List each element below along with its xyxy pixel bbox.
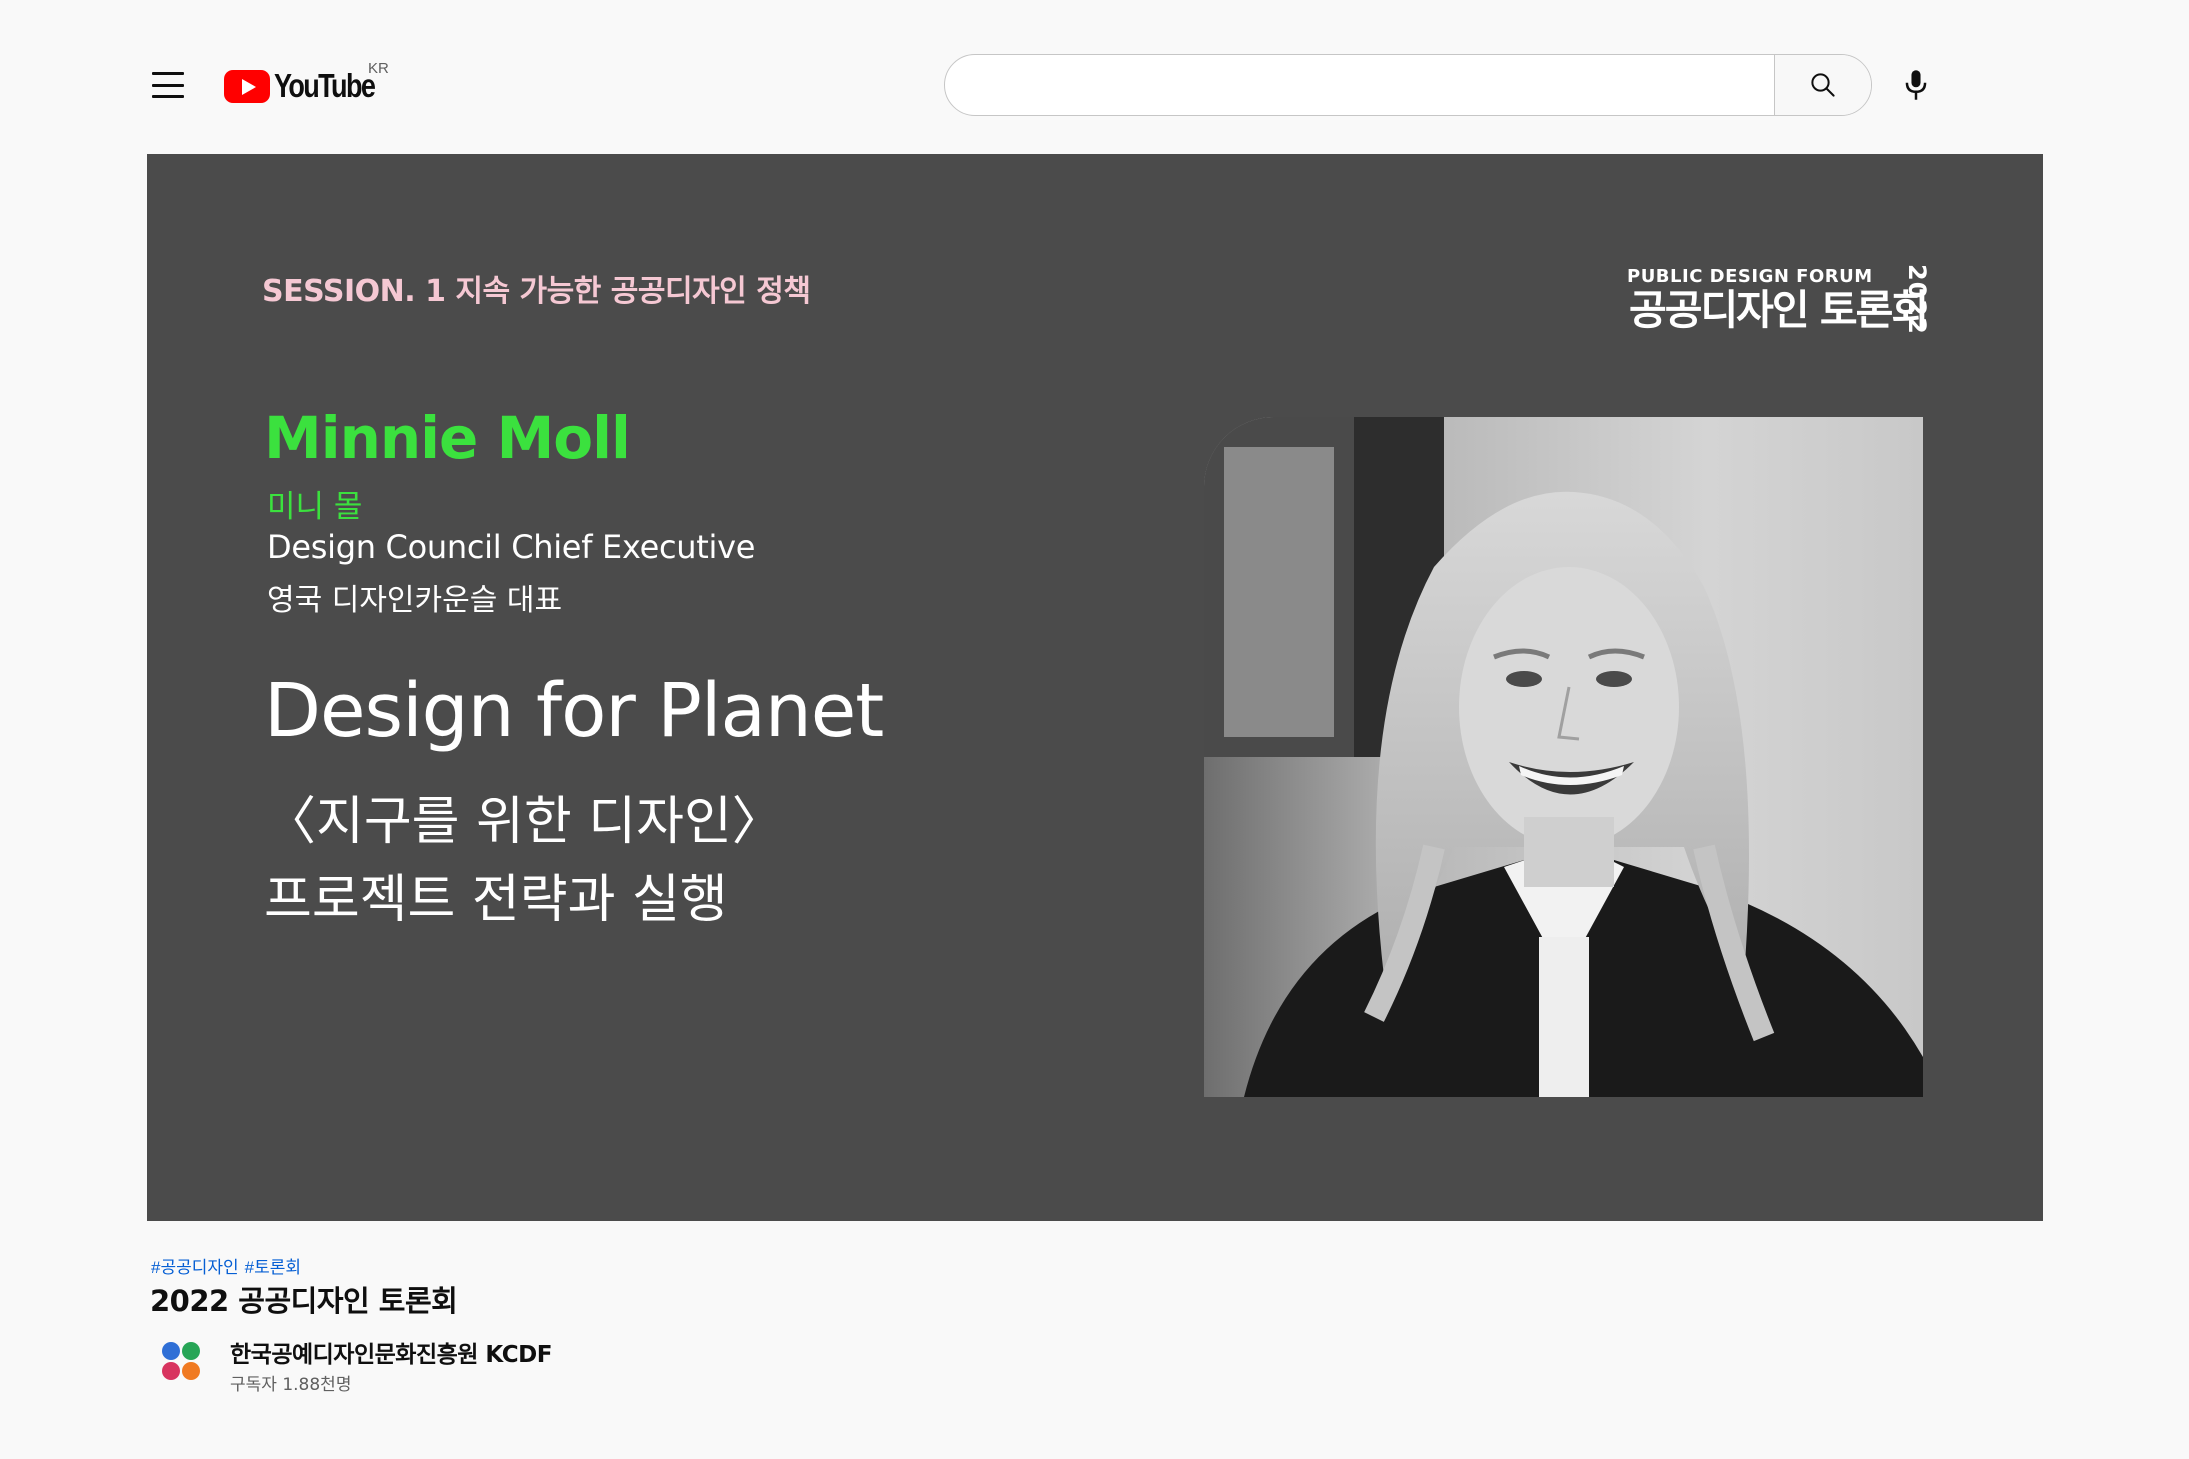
search-box	[944, 54, 1872, 116]
avatar-dot-green	[182, 1342, 200, 1360]
hashtag-list: #공공디자인 #토론회	[151, 1253, 307, 1278]
logo-wordmark: YouTube	[274, 67, 376, 104]
forum-logo-english: PUBLIC DESIGN FORUM	[1627, 266, 1873, 287]
play-icon	[224, 69, 270, 103]
search-button[interactable]	[1774, 55, 1871, 115]
talk-title: Design for Planet	[264, 668, 884, 754]
avatar-dot-orange	[182, 1362, 200, 1380]
hashtag-link[interactable]: #토론회	[245, 1258, 301, 1277]
country-code: KR	[368, 60, 389, 77]
speaker-name-korean: 미니 몰	[267, 489, 363, 525]
channel-name[interactable]: 한국공예디자인문화진흥원 KCDF	[230, 1335, 552, 1369]
talk-title-korean-line1: 〈지구를 위한 디자인〉	[264, 792, 784, 852]
speaker-role: Design Council Chief Executive	[267, 528, 756, 566]
forum-logo-year: 2022	[1903, 264, 1931, 335]
search-icon	[1811, 73, 1835, 97]
hashtag-link[interactable]: #공공디자인	[151, 1258, 239, 1277]
avatar-dot-blue	[162, 1342, 180, 1360]
speaker-role-korean: 영국 디자인카운슬 대표	[267, 583, 563, 618]
menu-icon[interactable]	[152, 72, 184, 98]
voice-search-button[interactable]	[1889, 58, 1943, 112]
speaker-photo	[1204, 417, 1923, 1097]
video-player[interactable]: SESSION. 1 지속 가능한 공공디자인 정책 PUBLIC DESIGN…	[147, 154, 2043, 1221]
channel-avatar[interactable]	[160, 1340, 202, 1382]
menu-line	[152, 72, 184, 75]
mic-icon	[1905, 70, 1927, 100]
menu-line	[152, 83, 184, 87]
session-label: SESSION. 1 지속 가능한 공공디자인 정책	[262, 274, 811, 309]
menu-line	[152, 95, 184, 98]
talk-title-korean-line2: 프로젝트 전략과 실행	[264, 870, 728, 930]
forum-logo-korean: 공공디자인 토론회	[1629, 286, 1929, 334]
search-input[interactable]	[945, 55, 1774, 115]
forum-logo: PUBLIC DESIGN FORUM 공공디자인 토론회 2022	[1627, 264, 1931, 346]
speaker-name: Minnie Moll	[264, 404, 631, 472]
video-title: 2022 공공디자인 토론회	[150, 1284, 458, 1318]
avatar-dot-pink	[162, 1362, 180, 1380]
subscriber-count: 구독자 1.88천명	[230, 1375, 352, 1395]
